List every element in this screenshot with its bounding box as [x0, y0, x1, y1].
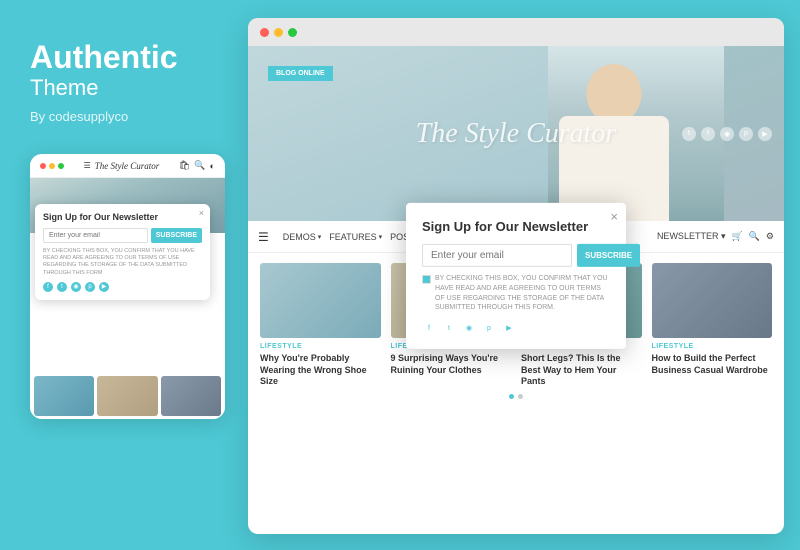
- newsletter-social-row: f t ◉ p ▶: [422, 321, 610, 335]
- mobile-thumb-2: [97, 376, 157, 416]
- mobile-moon-icon: ◐: [210, 161, 215, 171]
- carousel-dot-1[interactable]: [509, 394, 514, 399]
- newsletter-twitter-icon[interactable]: t: [442, 321, 456, 335]
- mobile-dot-red: [40, 163, 46, 169]
- brand-title: Authentic: [30, 40, 210, 75]
- hero-twitter-icon[interactable]: t: [682, 127, 696, 141]
- mobile-thumb-img-3: [161, 376, 221, 416]
- browser-hero-person-head: [587, 64, 642, 124]
- card-category-3: LIFESTYLE: [652, 343, 773, 350]
- mobile-facebook-icon[interactable]: f: [43, 282, 53, 292]
- browser-dot-green: [288, 28, 297, 37]
- mobile-thumb-img-1: [34, 376, 94, 416]
- nav-cart-icon[interactable]: 🛒: [731, 231, 742, 242]
- nav-right: NEWSLETTER ▾ 🛒 🔍 ⚙: [657, 231, 774, 242]
- browser-hero: BLOG ONLINE The Style Curator t f ◉ p ▶: [248, 46, 784, 221]
- nav-demos-chevron: ▾: [318, 233, 322, 241]
- card-image-3: [652, 263, 773, 338]
- browser-hero-logo: The Style Curator: [416, 118, 617, 150]
- brand-subtitle: Theme: [30, 75, 210, 101]
- mobile-email-input[interactable]: [43, 228, 148, 243]
- newsletter-youtube-icon[interactable]: ▶: [502, 321, 516, 335]
- hero-instagram-icon[interactable]: ◉: [720, 127, 734, 141]
- newsletter-instagram-icon[interactable]: ◉: [462, 321, 476, 335]
- mobile-logo: The Style Curator: [95, 161, 160, 171]
- mobile-email-row: SUBSCRIBE: [43, 228, 202, 243]
- mobile-newsletter-title: Sign Up for Our Newsletter: [43, 212, 202, 222]
- mobile-social-row: f t ◉ p ▶: [43, 282, 202, 292]
- newsletter-popup-title: Sign Up for Our Newsletter: [422, 219, 610, 234]
- browser-mockup: BLOG ONLINE The Style Curator t f ◉ p ▶ …: [248, 18, 784, 534]
- carousel-dot-2[interactable]: [518, 394, 523, 399]
- newsletter-close-button[interactable]: ×: [610, 209, 618, 224]
- card-title-0[interactable]: Why You're Probably Wearing the Wrong Sh…: [260, 353, 381, 388]
- newsletter-email-input[interactable]: [422, 244, 572, 267]
- hero-social-icons: t f ◉ p ▶: [682, 127, 772, 141]
- browser-window-dots: [260, 28, 297, 37]
- left-panel: Authentic Theme By codesupplyco ☰ The St…: [0, 0, 240, 550]
- newsletter-pinterest-icon[interactable]: p: [482, 321, 496, 335]
- nav-settings-icon[interactable]: ⚙: [766, 231, 774, 242]
- mobile-twitter-icon[interactable]: t: [57, 282, 67, 292]
- mobile-checkbox-text: BY CHECKING THIS BOX, YOU CONFIRM THAT Y…: [43, 248, 202, 277]
- newsletter-email-row: SUBSCRIBE: [422, 244, 610, 267]
- mobile-thumb-img-2: [97, 376, 157, 416]
- mobile-pinterest-icon[interactable]: p: [85, 282, 95, 292]
- browser-topbar: [248, 18, 784, 46]
- mobile-thumb-1: [34, 376, 94, 416]
- mobile-newsletter-close[interactable]: ×: [199, 208, 204, 218]
- mobile-dot-yellow: [49, 163, 55, 169]
- mobile-newsletter-popup: × Sign Up for Our Newsletter SUBSCRIBE B…: [35, 204, 210, 300]
- mobile-dot-green: [58, 163, 64, 169]
- newsletter-checkbox[interactable]: [422, 275, 431, 284]
- nav-item-features-label: FEATURES: [329, 232, 376, 242]
- nav-newsletter[interactable]: NEWSLETTER ▾: [657, 231, 726, 242]
- hero-facebook-icon[interactable]: f: [701, 127, 715, 141]
- nav-newsletter-chevron: ▾: [721, 231, 726, 241]
- nav-hamburger-icon[interactable]: ☰: [258, 230, 269, 244]
- card-title-3[interactable]: How to Build the Perfect Business Casual…: [652, 353, 773, 376]
- nav-item-features[interactable]: FEATURES ▾: [329, 232, 382, 242]
- nav-search-icon[interactable]: 🔍: [749, 231, 760, 242]
- card-title-1[interactable]: 9 Surprising Ways You're Ruining Your Cl…: [391, 353, 512, 376]
- mobile-thumb-3: [161, 376, 221, 416]
- browser-dot-red: [260, 28, 269, 37]
- hero-pinterest-icon[interactable]: p: [739, 127, 753, 141]
- mobile-topbar: ☰ The Style Curator 🛍 🔍 ◐: [30, 154, 225, 178]
- hero-badge: BLOG ONLINE: [268, 66, 333, 81]
- mobile-cart-icon: 🛍: [179, 160, 190, 171]
- browser-dot-yellow: [274, 28, 283, 37]
- newsletter-checkbox-row: BY CHECKING THIS BOX, YOU CONFIRM THAT Y…: [422, 274, 610, 313]
- mobile-bottom-bar: [30, 373, 225, 419]
- card-image-0: [260, 263, 381, 338]
- newsletter-subscribe-button[interactable]: SUBSCRIBE: [577, 244, 640, 267]
- hero-youtube-icon[interactable]: ▶: [758, 127, 772, 141]
- card-title-2[interactable]: Short Legs? This Is the Best Way to Hem …: [521, 353, 642, 388]
- nav-item-demos-label: DEMOS: [283, 232, 316, 242]
- nav-item-demos[interactable]: DEMOS ▾: [283, 232, 322, 242]
- card-category-0: LIFESTYLE: [260, 343, 381, 350]
- newsletter-checkbox-text: BY CHECKING THIS BOX, YOU CONFIRM THAT Y…: [435, 274, 610, 313]
- mobile-instagram-icon[interactable]: ◉: [71, 282, 81, 292]
- newsletter-facebook-icon[interactable]: f: [422, 321, 436, 335]
- mobile-search-icon: 🔍: [194, 160, 205, 171]
- carousel-dots: [260, 394, 772, 399]
- newsletter-popup: × Sign Up for Our Newsletter SUBSCRIBE B…: [406, 203, 626, 349]
- mobile-subscribe-button[interactable]: SUBSCRIBE: [151, 228, 202, 243]
- nav-features-chevron: ▾: [379, 233, 383, 241]
- mobile-youtube-icon[interactable]: ▶: [99, 282, 109, 292]
- mobile-mockup: ☰ The Style Curator 🛍 🔍 ◐ × Sign Up for …: [30, 154, 225, 419]
- mobile-window-dots: [40, 163, 64, 169]
- brand-by: By codesupplyco: [30, 109, 210, 124]
- mobile-nav-icons: 🛍 🔍 ◐: [179, 160, 215, 171]
- content-card-0: LIFESTYLE Why You're Probably Wearing th…: [260, 263, 381, 388]
- content-card-3: LIFESTYLE How to Build the Perfect Busin…: [652, 263, 773, 388]
